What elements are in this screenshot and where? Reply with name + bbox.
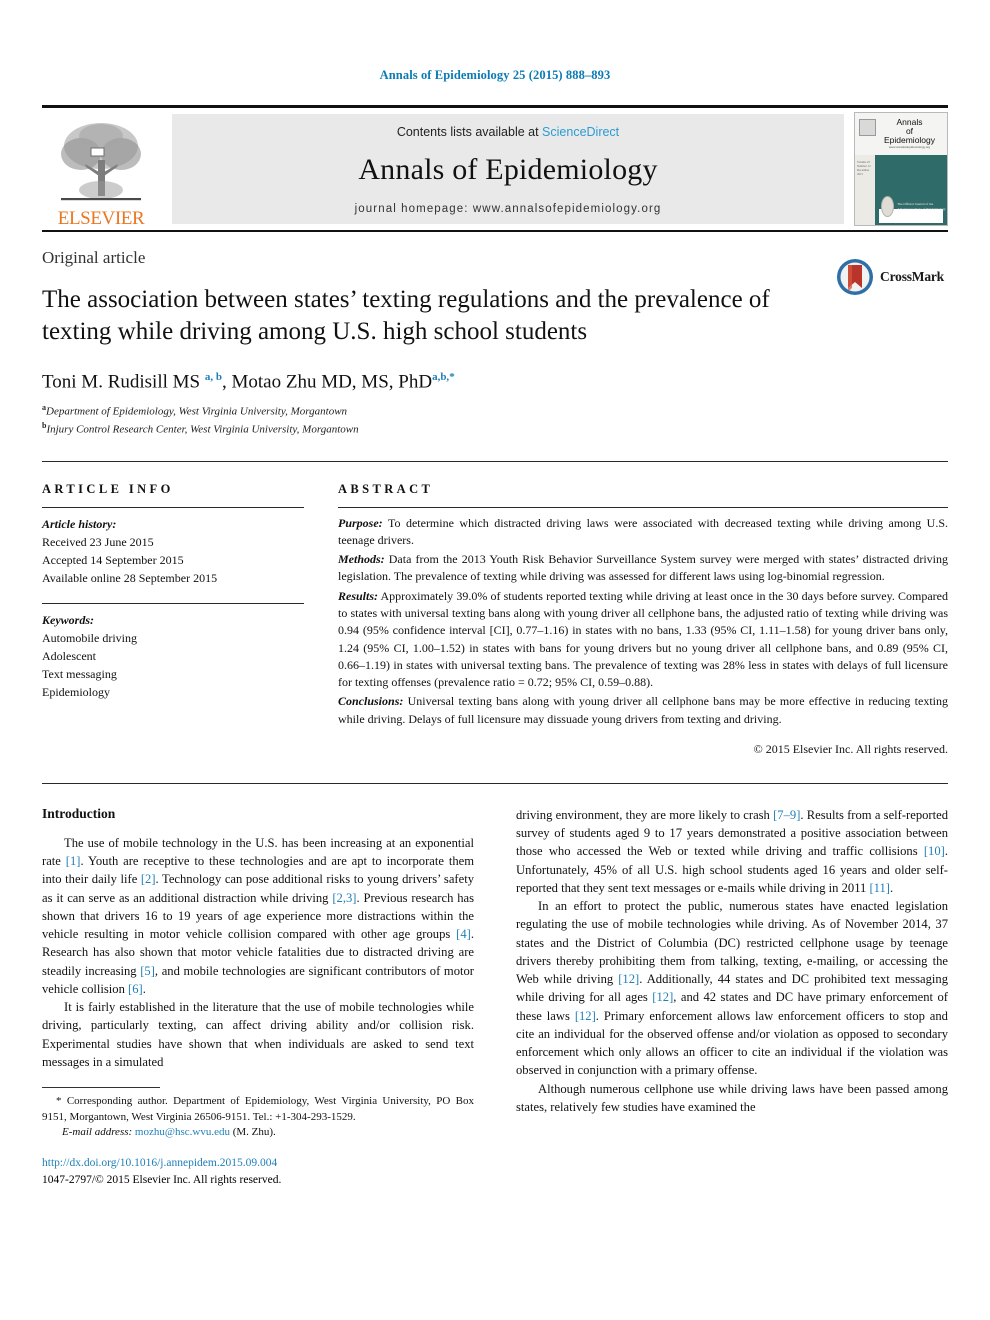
abstract-results: Results: Approximately 39.0% of students… — [338, 588, 948, 692]
intro-paragraph-4: In an effort to protect the public, nume… — [516, 899, 949, 1078]
corresponding-author-note: * Corresponding author. Department of Ep… — [42, 1094, 474, 1141]
history-available: Available online 28 September 2015 — [42, 570, 218, 585]
crossmark-label: CrossMark — [880, 269, 944, 284]
abstract-heading: ABSTRACT — [338, 481, 434, 496]
cover-volume-text: Volume 25 Number 12 December 2015 — [857, 160, 871, 176]
abstract-results-text: Approximately 39.0% of students reported… — [338, 588, 948, 690]
info-abstract-section: ARTICLE INFO Article history: Received 2… — [42, 462, 948, 757]
contents-prefix: Contents lists available at — [396, 125, 543, 139]
keyword-item: Epidemiology — [42, 684, 110, 699]
abstract-conclusions-text: Universal texting bans along with young … — [338, 694, 948, 726]
elsevier-logo: ELSEVIER — [42, 108, 160, 230]
corresponding-author-text: * Corresponding author. Department of Ep… — [42, 1095, 474, 1123]
crossmark-badge[interactable]: CrossMark — [836, 258, 944, 296]
footnote-rule — [42, 1087, 160, 1089]
journal-masthead: ELSEVIER Contents lists available at Sci… — [42, 108, 948, 230]
affiliation-b: bInjury Control Research Center, West Vi… — [42, 420, 948, 438]
intro-paragraph-2: It is fairly established in the literatu… — [42, 1000, 474, 1069]
article-type-label: Original article — [42, 248, 146, 267]
contents-available-line: Contents lists available at ScienceDirec… — [397, 125, 619, 139]
journal-homepage[interactable]: journal homepage: www.annalsofepidemiolo… — [355, 203, 662, 215]
history-accepted: Accepted 14 September 2015 — [42, 552, 184, 567]
cover-header: Annals of Epidemiology www.annalsofepide… — [855, 113, 947, 155]
running-head: Annals of Epidemiology 25 (2015) 888–893 — [379, 68, 611, 82]
sciencedirect-link[interactable]: ScienceDirect — [542, 125, 619, 139]
abstract-methods-label: Methods: — [338, 552, 385, 567]
affiliation-text-b: Injury Control Research Center, West Vir… — [46, 424, 359, 437]
intro-paragraph-5: Although numerous cellphone use while dr… — [516, 1081, 948, 1114]
cover-seal-label: The Official Journal of the American Col… — [897, 201, 946, 211]
abstract-column: ABSTRACT Purpose: To determine which dis… — [304, 462, 948, 757]
abstract-purpose: Purpose: To determine which distracted d… — [338, 515, 948, 550]
intro-paragraph-3: driving environment, they are more likel… — [516, 807, 948, 895]
doi-link[interactable]: http://dx.doi.org/10.1016/j.annepidem.20… — [42, 1155, 474, 1172]
keyword-item: Automobile driving — [42, 630, 137, 645]
elsevier-wordmark: ELSEVIER — [57, 208, 145, 229]
body-columns: Introduction The use of mobile technolog… — [42, 806, 948, 1188]
abstract-body-divider — [42, 782, 948, 784]
affiliation-text-a: Department of Epidemiology, West Virgini… — [46, 405, 348, 418]
elsevier-tree-icon — [61, 123, 141, 201]
affiliation-a: aDepartment of Epidemiology, West Virgin… — [42, 402, 948, 420]
email-label: E-mail address: — [62, 1126, 133, 1139]
cover-title-line3: Epidemiology — [883, 134, 936, 145]
intro-paragraph-1: The use of mobile technology in the U.S.… — [42, 835, 475, 996]
author-list: Toni M. Rudisill MS a, b, Motao Zhu MD, … — [42, 371, 455, 393]
cover-seal-icon — [881, 196, 895, 217]
issn-copyright-line: 1047-2797/© 2015 Elsevier Inc. All right… — [42, 1173, 282, 1186]
cover-title: Annals of Epidemiology www.annalsofepide… — [876, 118, 943, 149]
article-info-rule-1 — [42, 506, 304, 508]
abstract-results-label: Results: — [338, 588, 379, 603]
cover-elsevier-icon — [859, 119, 876, 136]
email-suffix: (M. Zhu). — [229, 1126, 276, 1139]
title-block: Original article The association between… — [42, 232, 948, 439]
body-column-right: driving environment, they are more likel… — [516, 806, 948, 1188]
abstract-purpose-label: Purpose: — [338, 515, 383, 530]
keywords-block: Keywords: Automobile driving Adolescent … — [42, 611, 304, 701]
abstract-conclusions: Conclusions: Universal texting bans alon… — [338, 693, 948, 728]
journal-banner: Contents lists available at ScienceDirec… — [172, 114, 844, 224]
affiliations: aDepartment of Epidemiology, West Virgin… — [42, 402, 948, 438]
cover-subtitle: www.annalsofepidemiology.org — [888, 144, 931, 149]
abstract-body: Purpose: To determine which distracted d… — [338, 515, 948, 728]
history-received: Received 23 June 2015 — [42, 534, 154, 549]
abstract-rule — [338, 506, 948, 508]
footnote-block: * Corresponding author. Department of Ep… — [42, 1087, 474, 1188]
cover-society-seal: The Official Journal of the American Col… — [881, 196, 947, 217]
keyword-item: Text messaging — [42, 666, 117, 681]
body-column-left: Introduction The use of mobile technolog… — [42, 806, 474, 1188]
abstract-methods-text: Data from the 2013 Youth Risk Behavior S… — [338, 552, 948, 584]
article-info-rule-2 — [42, 602, 304, 604]
article-info-heading: ARTICLE INFO — [42, 481, 174, 496]
article-history-label: Article history: — [42, 516, 117, 531]
email-line: E-mail address: mozhu@hsc.wvu.edu (M. Zh… — [42, 1125, 474, 1141]
journal-cover-thumbnail[interactable]: Annals of Epidemiology www.annalsofepide… — [854, 112, 948, 226]
crossmark-icon — [837, 259, 874, 295]
email-address[interactable]: mozhu@hsc.wvu.edu — [135, 1126, 230, 1138]
paper-page: Annals of Epidemiology 25 (2015) 888–893 — [0, 0, 990, 1320]
keyword-item: Adolescent — [42, 648, 96, 663]
abstract-methods: Methods: Data from the 2013 Youth Risk B… — [338, 551, 948, 586]
article-history: Article history: Received 23 June 2015 A… — [42, 515, 304, 587]
journal-title: Annals of Epidemiology — [358, 153, 658, 186]
keywords-label: Keywords: — [42, 612, 94, 627]
imprint-block: http://dx.doi.org/10.1016/j.annepidem.20… — [42, 1155, 474, 1188]
abstract-copyright: © 2015 Elsevier Inc. All rights reserved… — [753, 741, 948, 756]
page-title: The association between states’ texting … — [42, 286, 770, 345]
introduction-heading: Introduction — [42, 805, 116, 821]
abstract-conclusions-label: Conclusions: — [338, 694, 404, 709]
abstract-purpose-text: To determine which distracted driving la… — [338, 515, 948, 547]
article-info-column: ARTICLE INFO Article history: Received 2… — [42, 462, 304, 757]
